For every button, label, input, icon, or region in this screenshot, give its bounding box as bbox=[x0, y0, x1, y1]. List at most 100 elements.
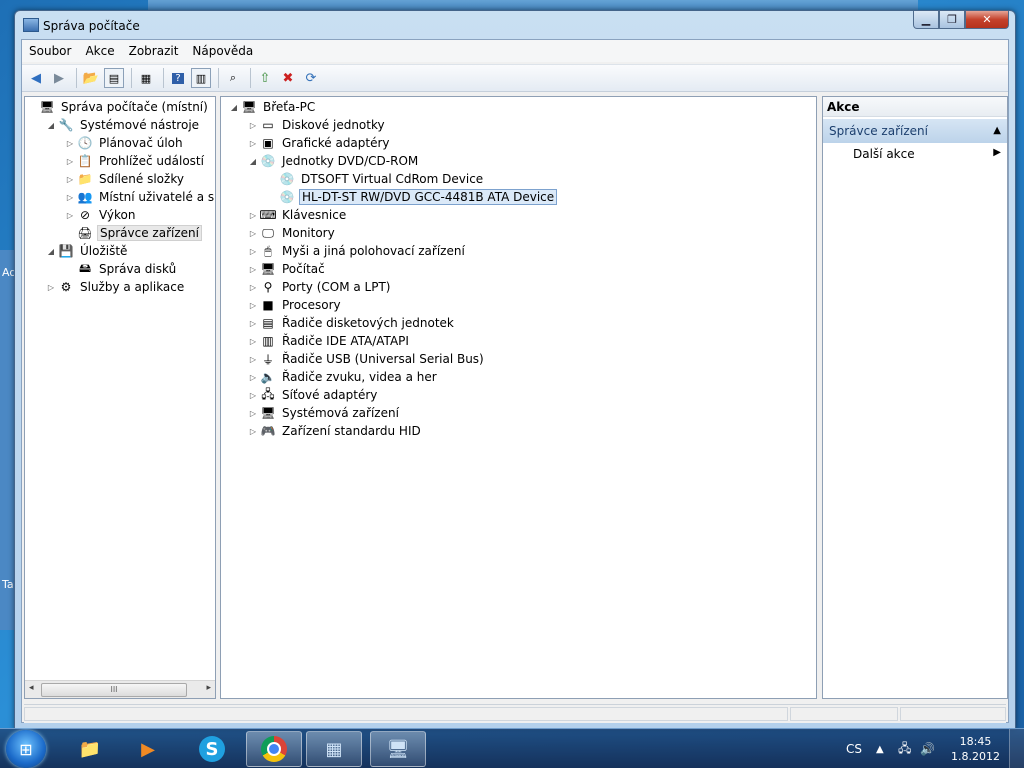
tree-item[interactable]: ▷ ⚲ Porty (COM a LPT) bbox=[248, 278, 392, 296]
expand-arrow-icon[interactable]: ▷ bbox=[65, 157, 75, 166]
tree-item[interactable]: ▷ 📋 Prohlížeč událostí bbox=[65, 152, 206, 170]
help-button[interactable]: ? bbox=[168, 68, 188, 88]
tree-item[interactable]: 💿 HL-DT-ST RW/DVD GCC-4481B ATA Device bbox=[267, 188, 558, 206]
title-bar[interactable]: Správa počítače ▁ ❐ ✕ bbox=[15, 11, 1015, 39]
chevron-right-icon[interactable]: ▶ bbox=[993, 147, 1001, 158]
expand-arrow-icon[interactable]: ▷ bbox=[248, 265, 258, 274]
tree-item[interactable]: ▷ ⚙ Služby a aplikace bbox=[46, 278, 186, 296]
tree-item[interactable]: ▷ ▭ Diskové jednotky bbox=[248, 116, 387, 134]
expand-arrow-icon[interactable]: ▷ bbox=[65, 211, 75, 220]
tree-item[interactable]: ▷ 🔈 Řadiče zvuku, videa a her bbox=[248, 368, 439, 386]
network-icon[interactable]: 🖧 bbox=[898, 729, 911, 768]
maximize-button[interactable]: ❐ bbox=[939, 11, 965, 29]
language-indicator[interactable]: CS bbox=[846, 729, 862, 768]
taskbar-skype[interactable]: S bbox=[184, 731, 240, 767]
menu-napoveda[interactable]: Nápověda bbox=[185, 44, 260, 58]
uninstall-button[interactable]: ✖ bbox=[278, 68, 298, 88]
tree-item[interactable]: ▷ 🖥 Systémová zařízení bbox=[248, 404, 401, 422]
tree-item-label: Řadiče IDE ATA/ATAPI bbox=[282, 334, 409, 348]
tree-item[interactable]: 🖨 Správce zařízení bbox=[65, 224, 202, 242]
tree-item[interactable]: ▷ ⊘ Výkon bbox=[65, 206, 137, 224]
tree-item[interactable]: ▷ 🖱 Myši a jiná polohovací zařízení bbox=[248, 242, 467, 260]
expand-arrow-icon[interactable]: ▷ bbox=[248, 301, 258, 310]
tree-item[interactable]: ◢ 🖥 Břeťa-PC bbox=[229, 98, 317, 116]
show-hide-action-pane-button[interactable]: ▥ bbox=[191, 68, 211, 88]
taskbar-computer-management[interactable]: 🖥 bbox=[370, 731, 426, 767]
taskbar-control-panel[interactable]: ▦ bbox=[306, 731, 362, 767]
tree-item[interactable]: ▷ ▥ Řadiče IDE ATA/ATAPI bbox=[248, 332, 411, 350]
collapse-arrow-icon[interactable]: ◢ bbox=[46, 121, 56, 130]
tree-item[interactable]: ▷ ▣ Grafické adaptéry bbox=[248, 134, 392, 152]
actions-section-device-manager[interactable]: Správce zařízení ▲ bbox=[823, 119, 1007, 143]
more-actions-item[interactable]: Další akce bbox=[853, 147, 915, 161]
port-icon: ⚲ bbox=[263, 280, 273, 294]
close-button[interactable]: ✕ bbox=[965, 11, 1009, 29]
expand-arrow-icon[interactable]: ▷ bbox=[248, 283, 258, 292]
scroll-thumb[interactable]: III bbox=[41, 683, 187, 697]
update-driver-button[interactable]: ⇧ bbox=[255, 68, 275, 88]
tree-item[interactable]: ▷ ⏚ Řadiče USB (Universal Serial Bus) bbox=[248, 350, 486, 368]
scan-hardware-button[interactable]: ⌕ bbox=[223, 68, 243, 88]
tree-item[interactable]: ◢ 💿 Jednotky DVD/CD-ROM bbox=[248, 152, 420, 170]
expand-arrow-icon[interactable]: ▷ bbox=[248, 139, 258, 148]
tree-item[interactable]: 🖴 Správa disků bbox=[65, 260, 178, 278]
tree-item[interactable]: ▷ 🕓 Plánovač úloh bbox=[65, 134, 185, 152]
expand-arrow-icon[interactable]: ▷ bbox=[65, 139, 75, 148]
show-desktop-button[interactable] bbox=[1009, 729, 1024, 768]
expand-arrow-icon[interactable]: ▷ bbox=[248, 409, 258, 418]
expand-arrow-icon[interactable]: ▷ bbox=[248, 337, 258, 346]
expand-arrow-icon[interactable]: ▷ bbox=[248, 391, 258, 400]
tree-item[interactable]: ▷ 🖵 Monitory bbox=[248, 224, 337, 242]
expand-arrow-icon[interactable]: ▷ bbox=[248, 247, 258, 256]
tree-item[interactable]: 🖥 Správa počítače (místní) bbox=[27, 98, 210, 116]
menu-zobrazit[interactable]: Zobrazit bbox=[122, 44, 186, 58]
properties-button[interactable]: ▦ bbox=[136, 68, 156, 88]
scroll-right-arrow[interactable]: ▸ bbox=[206, 683, 211, 693]
minimize-button[interactable]: ▁ bbox=[913, 11, 939, 29]
taskbar-chrome[interactable] bbox=[246, 731, 302, 767]
show-hide-tree-button[interactable]: ▤ bbox=[104, 68, 124, 88]
tree-item[interactable]: ◢ 🔧 Systémové nástroje bbox=[46, 116, 201, 134]
menu-akce[interactable]: Akce bbox=[78, 44, 121, 58]
collapse-arrow-icon[interactable]: ◢ bbox=[248, 157, 258, 166]
scan-hardware-icon: ⌕ bbox=[229, 71, 237, 84]
horizontal-scrollbar[interactable]: ◂ III ▸ bbox=[25, 680, 215, 698]
taskbar-media-player[interactable]: ▶ bbox=[120, 731, 176, 767]
tree-item[interactable]: ▷ 🎮 Zařízení standardu HID bbox=[248, 422, 423, 440]
enable-device-button[interactable]: ⟳ bbox=[301, 68, 321, 88]
tree-item[interactable]: ▷👥 Místní uživatelé a skupiny bbox=[65, 188, 215, 206]
show-hidden-icons-button[interactable]: ▲ bbox=[876, 729, 884, 768]
tree-item[interactable]: ▷ ⌨ Klávesnice bbox=[248, 206, 348, 224]
volume-icon[interactable]: 🔊 bbox=[920, 729, 935, 768]
system-clock[interactable]: 18:45 1.8.2012 bbox=[951, 734, 1000, 764]
tree-item-label: Prohlížeč událostí bbox=[99, 154, 204, 168]
tree-item[interactable]: ▷ 🖥 Počítač bbox=[248, 260, 327, 278]
tree-item[interactable]: ▷ ▤ Řadiče disketových jednotek bbox=[248, 314, 456, 332]
up-level-button[interactable]: 📂 bbox=[81, 68, 101, 88]
expand-arrow-icon[interactable]: ▷ bbox=[65, 175, 75, 184]
tree-item[interactable]: ▷ 🖧 Síťové adaptéry bbox=[248, 386, 379, 404]
expand-arrow-icon[interactable]: ▷ bbox=[248, 121, 258, 130]
menu-soubor[interactable]: Soubor bbox=[22, 44, 78, 58]
expand-arrow-icon[interactable]: ▷ bbox=[65, 193, 75, 202]
tree-item[interactable]: 💿 DTSOFT Virtual CdRom Device bbox=[267, 170, 485, 188]
expand-arrow-icon[interactable]: ▷ bbox=[248, 427, 258, 436]
start-button[interactable]: ⊞ bbox=[6, 730, 46, 768]
computer-management-icon: 🖥 bbox=[39, 100, 55, 114]
collapse-up-icon[interactable]: ▲ bbox=[993, 119, 1001, 143]
collapse-arrow-icon[interactable]: ◢ bbox=[46, 247, 56, 256]
back-button[interactable]: ◀ bbox=[26, 68, 46, 88]
expand-arrow-icon[interactable]: ▷ bbox=[248, 319, 258, 328]
expand-arrow-icon[interactable]: ▷ bbox=[248, 229, 258, 238]
forward-button[interactable]: ▶ bbox=[49, 68, 69, 88]
tree-item[interactable]: ▷ 📁 Sdílené složky bbox=[65, 170, 186, 188]
taskbar-explorer[interactable]: 📁 bbox=[62, 731, 118, 767]
tree-item[interactable]: ▷ ■ Procesory bbox=[248, 296, 343, 314]
collapse-arrow-icon[interactable]: ◢ bbox=[229, 103, 239, 112]
expand-arrow-icon[interactable]: ▷ bbox=[248, 373, 258, 382]
tree-item[interactable]: ◢ 💾 Úložiště bbox=[46, 242, 129, 260]
expand-arrow-icon[interactable]: ▷ bbox=[46, 283, 56, 292]
expand-arrow-icon[interactable]: ▷ bbox=[248, 355, 258, 364]
scroll-left-arrow[interactable]: ◂ bbox=[29, 683, 34, 693]
expand-arrow-icon[interactable]: ▷ bbox=[248, 211, 258, 220]
